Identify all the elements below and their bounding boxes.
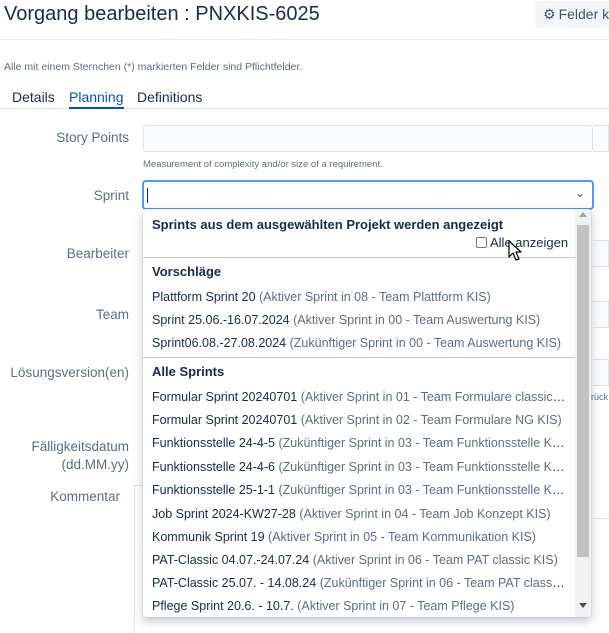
- sprint-name: PAT-Classic 04.07.-24.07.24: [152, 553, 310, 567]
- sprint-meta: (Aktiver Sprint in 08 - Team Plattform K…: [259, 290, 491, 304]
- story-points-help: Measurement of complexity and/or size of…: [143, 159, 383, 170]
- suggestion-item[interactable]: Sprint06.08.-27.08.2024 (Zukünftiger Spr…: [152, 336, 567, 350]
- sprint-name: Formular Sprint 20240701: [152, 413, 298, 427]
- sprint-meta: (Zukünftiger Sprint in 03 - Team Funktio…: [278, 483, 567, 497]
- sprint-input[interactable]: ⌄: [143, 181, 593, 209]
- faelligkeit-label: Fälligkeitsdatum (dd.MM.yy): [0, 438, 129, 474]
- sprint-item[interactable]: Kommunik Sprint 19 (Aktiver Sprint in 05…: [152, 530, 567, 544]
- tab-bar: Details Planning Definitions: [0, 89, 609, 109]
- team-label: Team: [95, 307, 129, 322]
- configure-fields-button[interactable]: ⚙ Felder k: [535, 1, 609, 28]
- bearbeiter-label: Bearbeiter: [66, 246, 129, 261]
- scroll-up-arrow-icon[interactable]: [579, 212, 587, 217]
- sprint-label: Sprint: [93, 188, 129, 203]
- bearbeiter-field-edge[interactable]: [593, 240, 609, 267]
- sprint-name: Funktionsstelle 24-4-6: [152, 460, 275, 474]
- faelligkeit-label-line1: Fälligkeitsdatum: [31, 439, 129, 454]
- sprint-item[interactable]: Funktionsstelle 24-4-5 (Zukünftiger Spri…: [152, 436, 567, 450]
- gear-icon: ⚙: [543, 6, 556, 22]
- story-points-input[interactable]: [143, 125, 593, 152]
- loesungsversion-field-edge[interactable]: [593, 359, 609, 386]
- sprint-item[interactable]: Job Sprint 2024-KW27-28 (Aktiver Sprint …: [152, 507, 567, 521]
- sprint-meta: (Aktiver Sprint in 07 - Team Pflege KIS): [297, 599, 515, 613]
- sprint-item[interactable]: PAT-Classic 04.07.-24.07.24 (Aktiver Spr…: [152, 553, 567, 567]
- chevron-down-icon[interactable]: ⌄: [575, 186, 585, 200]
- dropdown-scrollbar-thumb[interactable]: [577, 225, 589, 557]
- sprint-dropdown: Sprints aus dem ausgewählten Projekt wer…: [143, 209, 591, 617]
- sprint-name: Kommunik Sprint 19: [152, 530, 265, 544]
- checkbox-icon[interactable]: [476, 237, 487, 248]
- scroll-down-arrow-icon[interactable]: [579, 603, 587, 608]
- suggestion-item[interactable]: Plattform Sprint 20 (Aktiver Sprint in 0…: [152, 290, 567, 304]
- sprint-dropdown-info: Sprints aus dem ausgewählten Projekt wer…: [152, 217, 504, 232]
- loesungsversion-partial-text: rück: [591, 392, 609, 402]
- sprint-name: PAT-Classic 25.07. - 14.08.24: [152, 576, 317, 590]
- sprint-name: Funktionsstelle 24-4-5: [152, 436, 275, 450]
- sprint-meta: (Aktiver Sprint in 01 - Team Formulare c…: [300, 390, 567, 404]
- sprint-item[interactable]: PAT-Classic 25.07. - 14.08.24 (Zukünftig…: [152, 576, 567, 590]
- text-caret: [147, 188, 148, 203]
- sprint-meta: (Zukünftiger Sprint in 00 - Team Auswert…: [289, 336, 562, 350]
- sprint-name: Sprint06.08.-27.08.2024: [152, 336, 287, 350]
- sprint-name: Funktionsstelle 25-1-1: [152, 483, 275, 497]
- tab-details[interactable]: Details: [12, 89, 55, 105]
- sprint-name: Pflege Sprint 20.6. - 10.7.: [152, 599, 294, 613]
- sprint-meta: (Zukünftiger Sprint in 06 - Team PAT cla…: [319, 576, 567, 590]
- sprint-name: Formular Sprint 20240701: [152, 390, 298, 404]
- sprint-meta: (Aktiver Sprint in 02 - Team Formulare N…: [300, 413, 562, 427]
- loesungsversion-label: Lösungsversion(en): [10, 365, 129, 380]
- comment-editor-border: [134, 485, 135, 633]
- dialog-header: Vorgang bearbeiten : PNXKIS-6025 ⚙ Felder…: [0, 0, 609, 40]
- sprint-name: Job Sprint 2024-KW27-28: [152, 507, 296, 521]
- story-points-label: Story Points: [56, 130, 129, 145]
- sprint-item[interactable]: Funktionsstelle 24-4-6 (Zukünftiger Spri…: [152, 460, 567, 474]
- sprint-item[interactable]: Formular Sprint 20240701 (Aktiver Sprint…: [152, 413, 567, 427]
- sprint-meta: (Aktiver Sprint in 05 - Team Kommunikati…: [268, 530, 536, 544]
- kommentar-label: Kommentar: [50, 489, 120, 504]
- sprint-item[interactable]: Pflege Sprint 20.6. - 10.7. (Aktiver Spr…: [152, 599, 567, 613]
- all-sprints-heading: Alle Sprints: [152, 364, 225, 379]
- sprint-meta: (Zukünftiger Sprint in 03 - Team Funktio…: [278, 460, 567, 474]
- sprint-item[interactable]: Funktionsstelle 25-1-1 (Zukünftiger Spri…: [152, 483, 567, 497]
- tab-definitions[interactable]: Definitions: [137, 89, 202, 105]
- required-fields-note: Alle mit einem Sternchen (*) markierten …: [4, 61, 303, 73]
- sprint-name: Plattform Sprint 20: [152, 290, 256, 304]
- configure-fields-label: Felder k: [558, 6, 609, 22]
- show-all-label: Alle anzeigen: [490, 235, 569, 250]
- sprint-meta: (Aktiver Sprint in 06 - Team PAT classic…: [312, 553, 558, 567]
- dialog-title: Vorgang bearbeiten : PNXKIS-6025: [4, 3, 320, 25]
- tab-planning[interactable]: Planning: [69, 89, 124, 109]
- team-field-edge[interactable]: [593, 301, 609, 328]
- field-edge: [593, 125, 609, 152]
- sprint-item[interactable]: Formular Sprint 20240701 (Aktiver Sprint…: [152, 390, 567, 404]
- separator: [143, 357, 575, 358]
- faelligkeit-label-line2: (dd.MM.yy): [61, 457, 130, 472]
- comment-toolbar-border: [593, 518, 609, 519]
- sprint-meta: (Aktiver Sprint in 00 - Team Auswertung …: [293, 313, 541, 327]
- suggestions-heading: Vorschläge: [152, 264, 222, 279]
- show-all-checkbox[interactable]: Alle anzeigen: [476, 235, 568, 250]
- sprint-name: Sprint 25.06.-16.07.2024: [152, 313, 290, 327]
- mouse-pointer-icon: [508, 240, 522, 261]
- sprint-meta: (Aktiver Sprint in 04 - Team Job Konzept…: [299, 507, 551, 521]
- sprint-meta: (Zukünftiger Sprint in 03 - Team Funktio…: [278, 436, 567, 450]
- suggestion-item[interactable]: Sprint 25.06.-16.07.2024 (Aktiver Sprint…: [152, 313, 567, 327]
